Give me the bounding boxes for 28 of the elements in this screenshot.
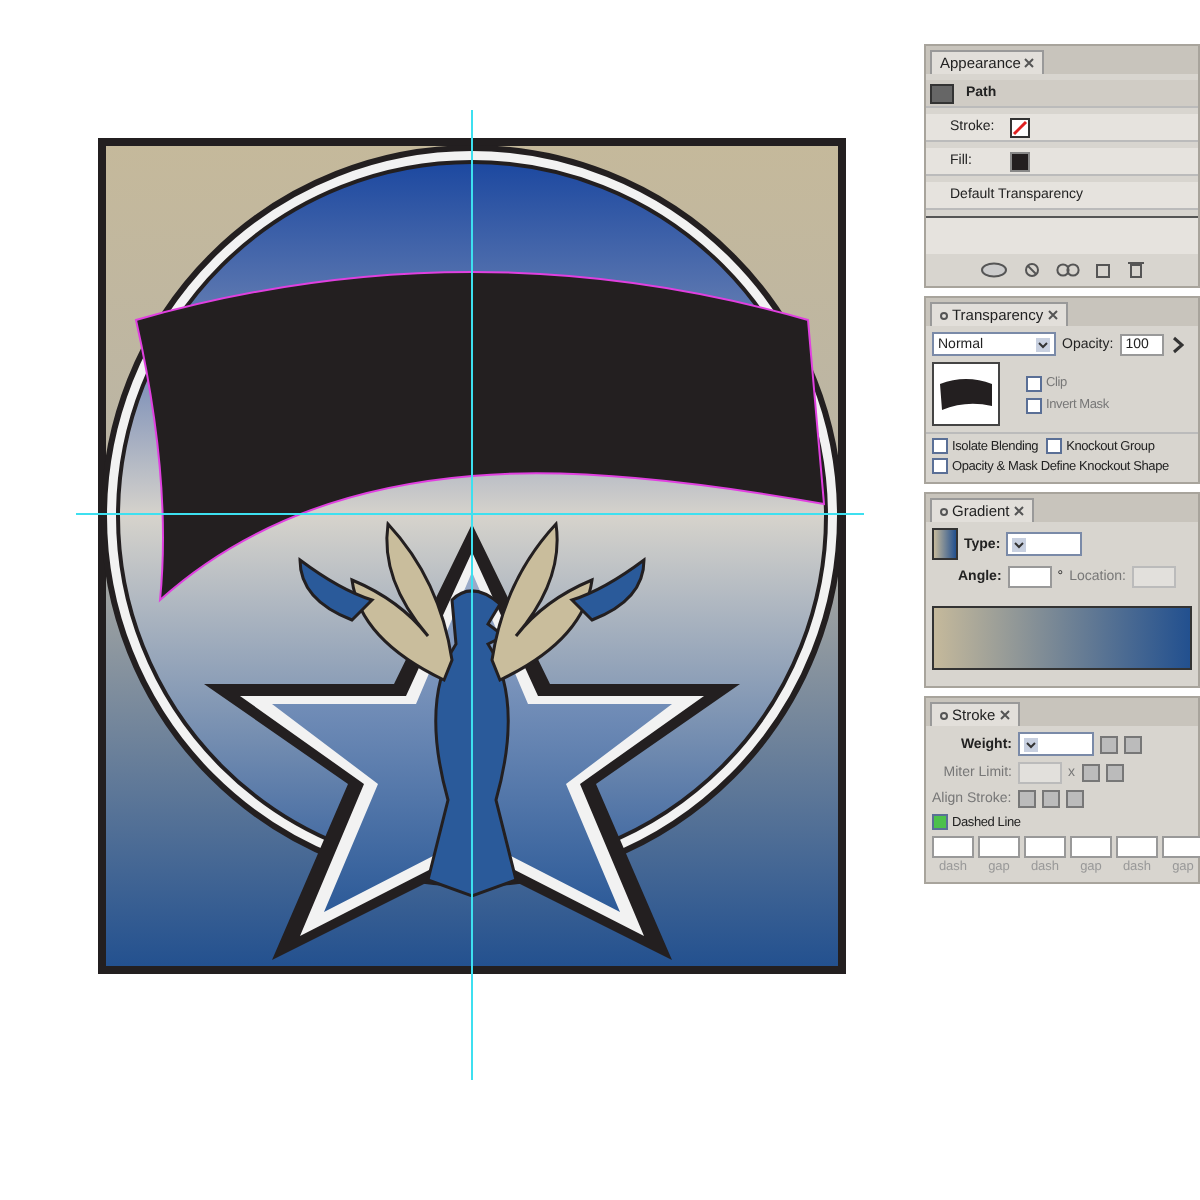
fill-swatch-icon[interactable] <box>1010 151 1030 171</box>
grip-icon <box>940 507 948 515</box>
trash-icon[interactable] <box>1128 260 1144 278</box>
grip-icon <box>940 711 948 719</box>
close-icon[interactable] <box>999 710 1010 720</box>
dash-field[interactable] <box>1116 836 1158 858</box>
mask-thumbnail-icon[interactable] <box>932 362 1000 426</box>
location-field[interactable] <box>1132 566 1177 588</box>
angle-field[interactable] <box>1007 566 1052 588</box>
dash-field[interactable] <box>932 836 974 858</box>
close-icon[interactable] <box>1013 506 1024 516</box>
dash-field[interactable] <box>978 836 1020 858</box>
dash-field[interactable] <box>1162 836 1200 858</box>
miter-limit-field[interactable] <box>1018 762 1062 784</box>
stroke-swatch-icon[interactable] <box>1010 117 1030 137</box>
close-icon[interactable] <box>1024 58 1035 68</box>
gradient-swatch[interactable] <box>932 528 958 560</box>
object-thumbnail-icon <box>930 83 954 103</box>
dash-field[interactable] <box>1070 836 1112 858</box>
duplicate-icon[interactable] <box>1056 261 1080 277</box>
clear-icon[interactable] <box>1024 261 1040 277</box>
caret-icon[interactable] <box>1012 537 1027 551</box>
arrow-right-icon[interactable] <box>1169 335 1184 353</box>
caret-icon[interactable] <box>1024 737 1038 751</box>
dash-field[interactable] <box>1024 836 1066 858</box>
caret-icon[interactable] <box>1036 337 1050 351</box>
grip-icon <box>940 311 948 319</box>
close-icon[interactable] <box>1047 310 1058 320</box>
